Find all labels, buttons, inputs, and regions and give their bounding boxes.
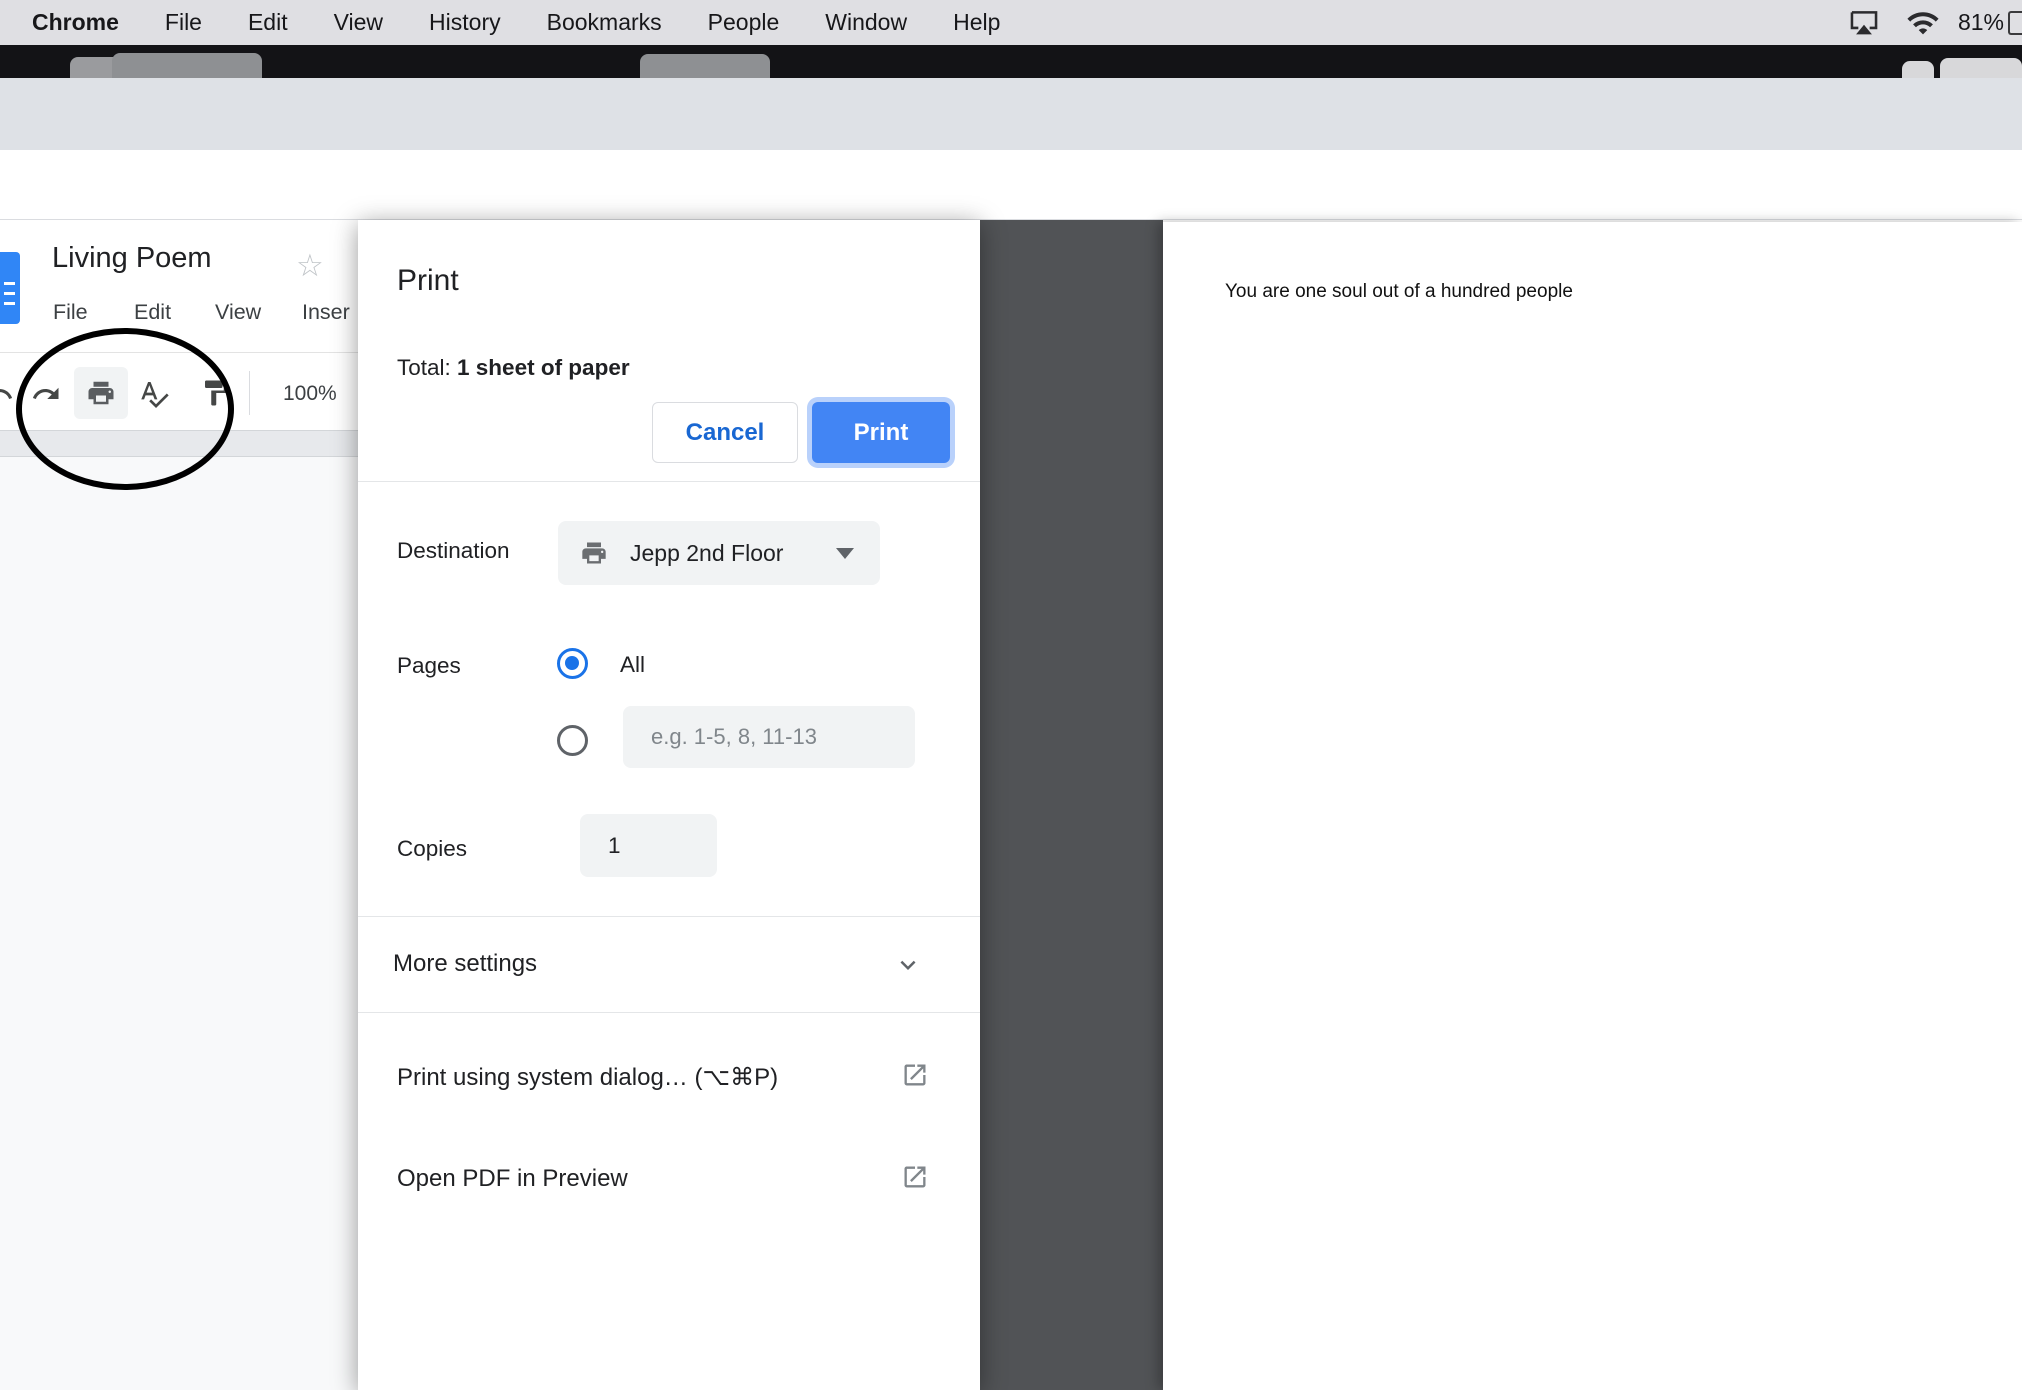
destination-dropdown[interactable]: Jepp 2nd Floor [558, 521, 880, 585]
pages-label: Pages [397, 653, 461, 678]
menubar-item-help[interactable]: Help [953, 9, 1000, 36]
pages-range-input[interactable] [623, 706, 915, 768]
toolbar-divider [249, 371, 250, 415]
cancel-button[interactable]: Cancel [652, 402, 798, 463]
print-dialog [358, 220, 980, 1390]
menubar-item-window[interactable]: Window [825, 9, 907, 36]
print-total-label: Total: [397, 355, 458, 380]
print-preview-page: You are one soul out of a hundred people [1163, 222, 2022, 1390]
battery-percentage: 81% [1957, 9, 2004, 35]
printer-icon [580, 539, 608, 567]
menubar-item-bookmarks[interactable]: Bookmarks [547, 9, 662, 36]
menubar-item-file[interactable]: File [165, 9, 202, 36]
menubar-item-history[interactable]: History [429, 9, 501, 36]
background-window-edge [112, 53, 262, 78]
docs-menu-insert[interactable]: Inser [302, 300, 350, 325]
dialog-divider [358, 1012, 980, 1013]
docs-canvas [0, 457, 358, 1390]
destination-value: Jepp 2nd Floor [630, 539, 784, 566]
screen: Chrome File Edit View History Bookmarks … [0, 0, 2022, 1390]
docs-menu-view[interactable]: View [215, 300, 261, 325]
undo-icon[interactable] [0, 379, 14, 409]
background-window-edge [1902, 61, 1934, 78]
menubar-item-edit[interactable]: Edit [248, 9, 288, 36]
menubar-item-view[interactable]: View [334, 9, 383, 36]
document-title[interactable]: Living Poem [52, 242, 212, 275]
background-window-edge [1940, 58, 2022, 78]
open-in-new-icon[interactable] [901, 1163, 929, 1191]
airplay-icon[interactable] [1846, 6, 1882, 40]
macos-menubar: Chrome File Edit View History Bookmarks … [0, 0, 2022, 45]
background-window-edge [640, 54, 770, 78]
destination-label: Destination [397, 538, 510, 563]
pages-all-radio[interactable] [557, 648, 588, 679]
dropdown-caret-icon [836, 548, 854, 559]
dialog-divider [358, 916, 980, 917]
menubar-app-chrome[interactable]: Chrome [32, 9, 119, 36]
pages-all-label: All [620, 652, 646, 677]
document-text-line: You are one soul out of a hundred people [1225, 281, 1573, 302]
circle-annotation [16, 328, 234, 490]
copies-value: 1 [608, 832, 621, 858]
copies-label: Copies [397, 836, 468, 861]
chevron-down-icon[interactable] [893, 950, 923, 980]
open-pdf-link[interactable]: Open PDF in Preview [397, 1165, 628, 1193]
print-button[interactable]: Print [812, 402, 950, 463]
pages-custom-radio[interactable] [557, 725, 588, 756]
docs-menubar: File Edit View Inser [0, 300, 358, 332]
docs-menu-edit[interactable]: Edit [134, 300, 171, 325]
tab-strip: My Drive - Google Drive × Living Poem - … [0, 78, 2022, 228]
more-settings-toggle[interactable]: More settings [393, 950, 537, 978]
open-in-new-icon[interactable] [901, 1061, 929, 1089]
docs-menu-file[interactable]: File [53, 300, 88, 325]
battery-icon [2008, 10, 2022, 35]
menubar-item-people[interactable]: People [708, 9, 780, 36]
zoom-level[interactable]: 100% [283, 382, 337, 406]
system-dialog-link[interactable]: Print using system dialog… (⌥⌘P) [397, 1063, 778, 1092]
wifi-icon[interactable] [1902, 6, 1944, 40]
print-preview-backdrop [980, 220, 1163, 1390]
star-icon[interactable]: ☆ [296, 248, 324, 284]
window-gap [0, 45, 2022, 78]
print-total: Total: 1 sheet of paper [397, 355, 630, 381]
browser-toolbar: https://docs.google.com/document/d/1-ED1… [0, 150, 2022, 365]
print-total-value: 1 sheet of paper [457, 355, 630, 380]
copies-field[interactable]: 1 [580, 814, 717, 877]
dialog-divider [358, 481, 980, 482]
print-dialog-title: Print [397, 264, 459, 297]
